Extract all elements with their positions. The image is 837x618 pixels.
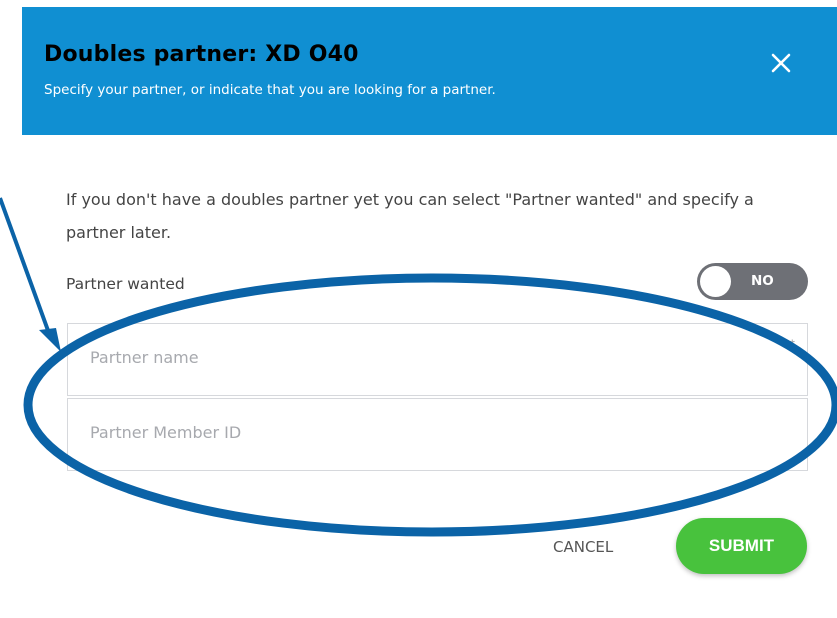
required-marker: * <box>789 336 795 352</box>
partner-name-field: * <box>67 323 808 396</box>
annotation-arrow-head <box>39 328 61 352</box>
dialog-subtitle: Specify your partner, or indicate that y… <box>44 82 496 98</box>
partner-member-id-input[interactable] <box>90 423 770 442</box>
annotation-arrow-shaft <box>0 197 52 337</box>
partner-wanted-toggle[interactable]: NO <box>697 263 808 300</box>
intro-text: If you don't have a doubles partner yet … <box>66 190 754 242</box>
toggle-state-label: NO <box>751 273 774 289</box>
partner-member-id-field <box>67 398 808 471</box>
partner-name-input[interactable] <box>90 348 770 367</box>
dialog-header <box>22 7 837 135</box>
close-icon[interactable] <box>768 50 794 76</box>
submit-button[interactable]: SUBMIT <box>676 518 807 574</box>
cancel-button[interactable]: CANCEL <box>553 538 613 556</box>
toggle-knob <box>700 266 731 297</box>
dialog-title: Doubles partner: XD O40 <box>44 42 359 67</box>
partner-wanted-label: Partner wanted <box>66 275 185 293</box>
